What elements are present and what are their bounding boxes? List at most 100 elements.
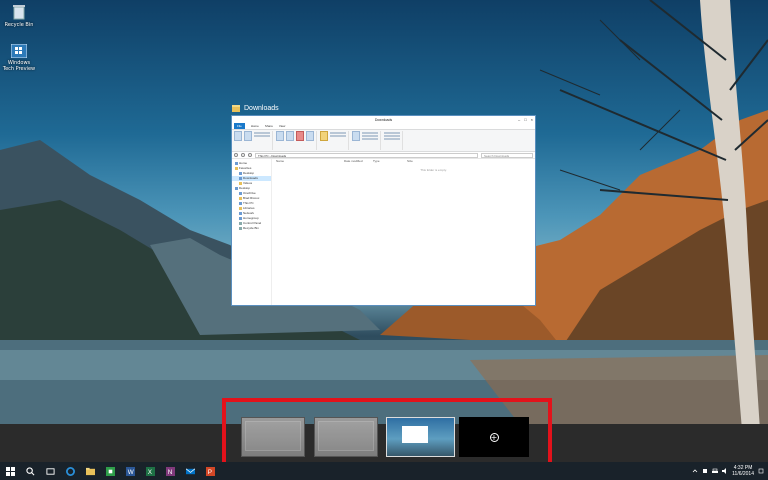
back-icon[interactable] [234,153,238,157]
up-icon[interactable] [248,153,252,157]
search-button[interactable] [20,462,40,480]
windows-logo-icon [5,466,15,476]
taskbar-app-outlook[interactable] [180,462,200,480]
home-icon [235,162,238,165]
search-box[interactable]: Search Downloads [481,152,533,158]
tab-view[interactable]: View [279,124,285,128]
task-view-button[interactable] [40,462,60,480]
move-to-icon[interactable] [276,131,284,141]
word-icon: W [125,466,135,476]
outlook-icon [185,468,195,474]
nav-item-label: Recycle Bin [243,226,259,230]
forward-icon[interactable] [241,153,245,157]
svg-text:W: W [127,469,133,476]
download-icon [239,177,242,180]
paste-shortcut-button[interactable] [254,135,270,137]
taskbar-app-file-explorer[interactable] [80,462,100,480]
window-caption-title: Downloads [244,104,279,112]
search-icon [25,466,34,475]
clock[interactable]: 4:32 PM 11/6/2014 [732,465,754,477]
svg-text:N: N [167,469,172,476]
tab-home[interactable]: Home [251,124,259,128]
control-panel-icon [239,222,242,225]
history-button[interactable] [362,138,378,140]
task-view-icon [45,467,55,475]
maximize-icon[interactable]: □ [524,117,526,122]
powerpoint-icon: P [205,466,215,476]
folder-icon [232,104,240,112]
address-bar-row: This PC › Downloads Search Downloads [232,152,535,159]
excel-icon: X [145,466,155,476]
taskbar-app-powerpoint[interactable]: P [200,462,220,480]
user-folder-icon [239,197,242,200]
address-bar[interactable]: This PC › Downloads [255,152,478,158]
network-icon [239,212,242,215]
star-icon [235,167,238,170]
column-header-size[interactable]: Size [407,159,413,164]
clock-date: 11/6/2014 [732,471,754,477]
onenote-icon: N [165,466,175,476]
taskbar: W X N P 4:32 PM 11/6/2014 [0,462,768,480]
open-button[interactable] [362,132,378,134]
notifications-icon[interactable] [758,468,764,474]
video-icon [239,182,242,185]
select-all-button[interactable] [384,132,400,134]
taskbar-app-store[interactable] [100,462,120,480]
taskbar-app-word[interactable]: W [120,462,140,480]
network-icon[interactable] [712,468,719,474]
desktop-icon-label: Windows Tech Preview [2,60,36,72]
window-controls: – □ × [518,117,533,122]
select-none-button[interactable] [384,135,400,137]
show-hidden-icons-icon[interactable] [692,468,698,474]
tab-share[interactable]: Share [265,124,273,128]
ribbon-group-organize [276,131,317,150]
desktop-icon-recycle-bin[interactable]: Recycle Bin [2,4,36,28]
taskbar-app-onenote[interactable]: N [160,462,180,480]
column-header-date-modified[interactable]: Date modified [344,159,373,164]
desktop-icon-label: Recycle Bin [4,22,34,28]
new-item-button[interactable] [330,132,346,134]
taskbar-app-internet-explorer[interactable] [60,462,80,480]
window-title: Downloads [374,117,393,122]
delete-icon[interactable] [296,131,304,141]
paste-icon[interactable] [244,131,252,141]
easy-access-button[interactable] [330,135,346,137]
ribbon [232,129,535,152]
desktop-icon [239,172,242,175]
desktop-icon [235,187,238,190]
copy-path-button[interactable] [254,132,270,134]
empty-folder-message: This folder is empty. [420,168,447,172]
volume-icon[interactable] [722,468,728,474]
file-list[interactable]: Name Date modified Type Size This folder… [272,159,535,305]
file-explorer-icon [85,467,95,475]
column-header-type[interactable]: Type [373,159,407,164]
new-folder-icon[interactable] [320,131,328,141]
homegroup-icon [239,217,242,220]
desktop-icon-windows-tech-preview[interactable]: Windows Tech Preview [2,44,36,72]
copy-to-icon[interactable] [286,131,294,141]
invert-selection-button[interactable] [384,138,400,140]
library-icon [239,207,242,210]
navigation-pane: Home Favorites Desktop Downloads Videos … [232,159,272,305]
edit-button[interactable] [362,135,378,137]
tab-file[interactable]: File [234,123,245,129]
ribbon-group-clipboard [234,131,273,150]
properties-icon[interactable] [352,131,360,141]
annotation-highlight-box [222,398,552,468]
close-icon[interactable]: × [531,117,533,122]
copy-icon[interactable] [234,131,242,141]
taskbar-app-excel[interactable]: X [140,462,160,480]
window-preview-caption[interactable]: Downloads [232,101,279,115]
file-explorer-window-preview[interactable]: Downloads – □ × File Home Share View Thi… [231,115,536,306]
minimize-icon[interactable]: – [518,117,520,122]
nav-item-recycle-bin[interactable]: Recycle Bin [232,226,271,231]
window-titlebar: Downloads – □ × [232,116,535,123]
ribbon-group-new [320,131,349,150]
ribbon-group-select [384,131,403,150]
column-header-name[interactable]: Name [276,159,344,164]
action-center-icon[interactable] [702,468,708,474]
rename-icon[interactable] [306,131,314,141]
start-button[interactable] [0,462,20,480]
column-headers: Name Date modified Type Size [272,159,535,164]
recycle-bin-icon [13,5,25,20]
